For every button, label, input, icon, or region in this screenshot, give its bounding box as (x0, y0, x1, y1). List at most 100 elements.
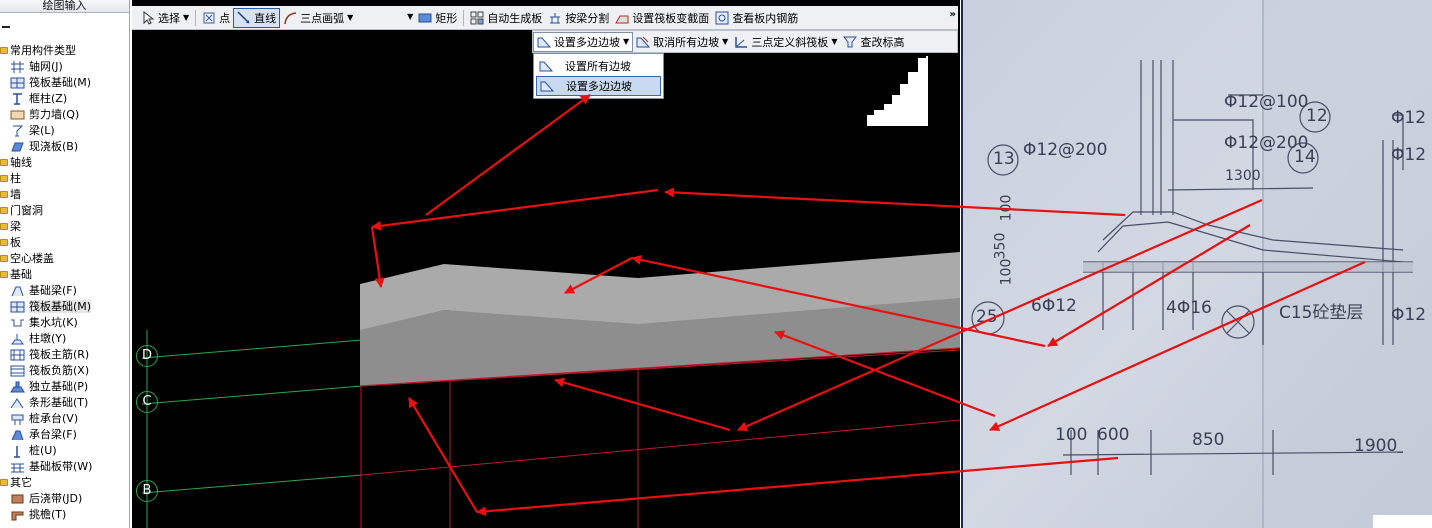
panel-title: 绘图输入 (0, 0, 129, 13)
slope-icon (537, 37, 551, 47)
multi-slope-button[interactable]: 设置多边边坡 ▼ (533, 31, 634, 52)
tree-item[interactable]: 剪力墙(Q) (0, 107, 129, 123)
view-cube-shape (867, 56, 928, 126)
select-tool[interactable]: 选择 ▼ (138, 8, 192, 28)
auto-slab-label: 自动生成板 (487, 11, 543, 25)
tree-item-label: 条形基础(T) (29, 396, 89, 409)
folder-icon (0, 47, 8, 54)
chevron-down-icon[interactable]: ▼ (623, 37, 629, 46)
tree-category[interactable]: 柱 (0, 171, 129, 187)
chevron-down-icon[interactable]: ▼ (347, 13, 353, 22)
draw-toolbar: 选择 ▼ 点 直线 三点画弧 ▼ ▼ 矩形 自动生成板 按梁分割 设置筏板变截面… (132, 6, 958, 30)
tree-item[interactable]: 轴网(J) (0, 59, 129, 75)
tree-item[interactable]: 基础板带(W) (0, 459, 129, 475)
tree-item-label: 轴线 (10, 156, 32, 169)
menu-item-set-all-slopes[interactable]: 设置所有边坡 (536, 56, 661, 76)
tree-item[interactable]: 筏板基础(M) (0, 299, 129, 315)
pile-cap-icon (10, 412, 25, 426)
chevron-down-icon[interactable]: ▼ (407, 12, 413, 21)
pile-icon (10, 444, 25, 458)
folder-icon (0, 207, 8, 214)
dimension-label: 100 (998, 194, 1015, 222)
callout-number: 14 (1294, 147, 1316, 167)
tree-item-label: 集水坑(K) (29, 316, 78, 329)
tree-item[interactable]: 筏板主筋(R) (0, 347, 129, 363)
panel-toolbar (0, 13, 129, 43)
three-point-slope-button[interactable]: 三点定义斜筏板 ▼ (731, 32, 840, 52)
toolbar-divider (463, 9, 465, 26)
menu-item-set-multi-slopes[interactable]: 设置多边边坡 (536, 76, 661, 96)
tree-item[interactable]: 框柱(Z) (0, 91, 129, 107)
tree-item[interactable]: 现浇板(B) (0, 139, 129, 155)
cancel-slopes-button[interactable]: 取消所有边坡 ▼ (633, 32, 731, 52)
foundation-beam-icon (10, 284, 25, 298)
tree-item-label: 轴网(J) (29, 60, 63, 73)
auto-slab-button[interactable]: 自动生成板 (467, 8, 545, 28)
tree-category[interactable]: 门窗洞 (0, 203, 129, 219)
chevron-down-icon[interactable]: ▼ (183, 13, 189, 22)
tree-category[interactable]: 基础 (0, 267, 129, 283)
column-icon (10, 92, 25, 106)
tree-item-label: 基础板带(W) (29, 460, 93, 473)
raft-foundation-icon (10, 76, 25, 90)
tree-item[interactable]: 后浇带(JD) (0, 491, 129, 507)
split-icon (550, 12, 561, 23)
tree-item[interactable]: 独立基础(P) (0, 379, 129, 395)
view-rebar-button[interactable]: 查看板内钢筋 (712, 8, 801, 28)
tree-item[interactable]: 筏板基础(M) (0, 75, 129, 91)
tree-item[interactable]: 基础梁(F) (0, 283, 129, 299)
point-icon (203, 12, 215, 23)
tree-category[interactable]: 其它 (0, 475, 129, 491)
tree-category[interactable]: 常用构件类型 (0, 43, 129, 59)
tree-item[interactable]: 梁(L) (0, 123, 129, 139)
pin-icon[interactable] (2, 26, 10, 29)
tree-category[interactable]: 空心楼盖 (0, 251, 129, 267)
line-label: 直线 (254, 11, 277, 25)
chevron-down-icon[interactable]: ▼ (722, 37, 728, 46)
tree-item-label: 框柱(Z) (29, 92, 68, 105)
tree-category[interactable]: 梁 (0, 219, 129, 235)
tree-item-label: 基础 (10, 268, 32, 281)
cursor-icon (143, 10, 155, 25)
check-elevation-button[interactable]: 查改标高 (840, 32, 907, 52)
tree-item[interactable]: 桩承台(V) (0, 411, 129, 427)
drawing-canvas[interactable]: D C B 选择 ▼ 点 直线 三点画弧 ▼ ▼ 矩形 自动生成板 按梁分割 设… (132, 0, 960, 528)
tree-item[interactable]: 桩(U) (0, 443, 129, 459)
raft-foundation-icon (10, 300, 25, 314)
arc-mode-select[interactable]: ▼ (360, 9, 415, 26)
tree-category[interactable]: 板 (0, 235, 129, 251)
tree-category[interactable]: 轴线 (0, 155, 129, 171)
toolbar-overflow-button[interactable]: » (950, 9, 956, 20)
tree-item-label: 承台梁(F) (29, 428, 77, 441)
rect-tool[interactable]: 矩形 (415, 8, 460, 28)
tree-item[interactable]: 条形基础(T) (0, 395, 129, 411)
auto-slab-icon (470, 11, 484, 24)
slope-icon (539, 61, 553, 72)
tree-item[interactable]: 挑檐(T) (0, 507, 129, 523)
line-tool[interactable]: 直线 (233, 7, 281, 28)
tree-item[interactable]: 筏板负筋(X) (0, 363, 129, 379)
raft-section-button[interactable]: 设置筏板变截面 (612, 8, 712, 28)
menu-item-label: 设置多边边坡 (566, 80, 632, 93)
tree-item[interactable]: 柱墩(Y) (0, 331, 129, 347)
view-rebar-label: 查看板内钢筋 (732, 11, 799, 25)
component-tree: 常用构件类型 轴网(J) 筏板基础(M) 框柱(Z) 剪力墙(Q) 梁(L) 现浇板(B) 轴… (0, 43, 129, 523)
tree-item-label: 基础梁(F) (29, 284, 77, 297)
tree-item-label: 墙 (10, 188, 21, 201)
raft-main-rebar-icon (10, 348, 25, 362)
folder-icon (0, 159, 8, 166)
beam-icon (10, 124, 25, 138)
tree-category[interactable]: 墙 (0, 187, 129, 203)
dimension-label: 1900 (1354, 436, 1398, 456)
folder-icon (0, 239, 8, 246)
tree-item[interactable]: 承台梁(F) (0, 427, 129, 443)
tree-item[interactable]: 集水坑(K) (0, 315, 129, 331)
component-tree-panel: 绘图输入 常用构件类型 轴网(J) 筏板基础(M) 框柱(Z) 剪力墙(Q) 梁(L) 现浇… (0, 0, 130, 528)
rebar-label: Φ12 (1391, 305, 1427, 325)
chevron-down-icon[interactable]: ▼ (831, 37, 837, 46)
point-tool[interactable]: 点 (199, 8, 233, 28)
split-by-beam-label: 按梁分割 (565, 11, 610, 25)
rebar-label: Φ12 (1391, 145, 1427, 165)
split-by-beam-button[interactable]: 按梁分割 (545, 8, 612, 28)
arc-tool[interactable]: 三点画弧 ▼ (280, 8, 356, 28)
